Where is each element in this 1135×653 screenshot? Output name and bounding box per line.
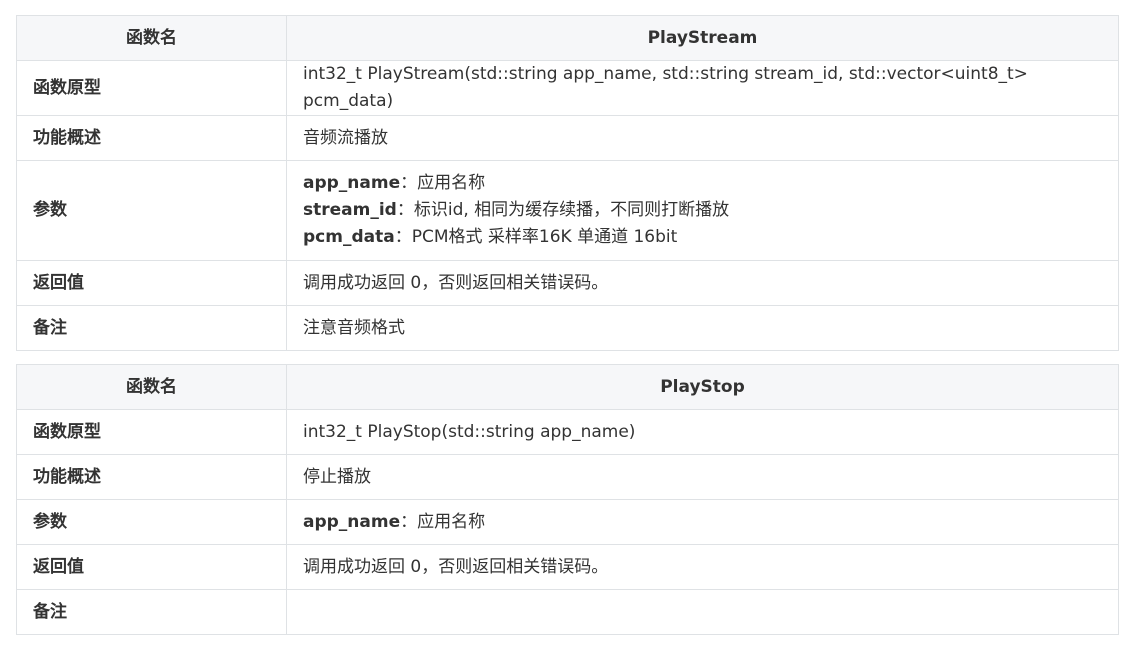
row-label-notes: 备注 (16, 305, 287, 351)
table-row-prototype: 函数原型 int32_t PlayStop(std::string app_na… (16, 409, 1119, 455)
param-name: app_name (303, 511, 401, 532)
table-row-params: 参数 app_name：应用名称 (16, 499, 1119, 545)
row-label-prototype: 函数原型 (16, 409, 287, 455)
param-line-app-name: app_name：应用名称 (303, 509, 1102, 536)
header-function-name-label: 函数名 (16, 15, 287, 61)
row-value-prototype: int32_t PlayStream(std::string app_name,… (286, 60, 1119, 116)
table-row-returns: 返回值 调用成功返回 0，否则返回相关错误码。 (16, 260, 1119, 306)
row-label-returns: 返回值 (16, 260, 287, 306)
table-row-summary: 功能概述 音频流播放 (16, 115, 1119, 161)
row-value-summary: 音频流播放 (286, 115, 1119, 161)
table-header-row: 函数名 PlayStream (16, 15, 1119, 61)
param-line-stream-id: stream_id：标识id, 相同为缓存续播，不同则打断播放 (303, 197, 1102, 224)
param-separator: ： (394, 227, 412, 247)
row-label-params: 参数 (16, 160, 287, 261)
header-function-name-value: PlayStream (286, 15, 1119, 61)
param-desc: 应用名称 (417, 173, 486, 193)
row-label-summary: 功能概述 (16, 454, 287, 500)
param-name: stream_id (303, 200, 397, 220)
row-value-returns: 调用成功返回 0，否则返回相关错误码。 (286, 260, 1119, 306)
table-row-summary: 功能概述 停止播放 (16, 454, 1119, 500)
row-value-summary: 停止播放 (286, 454, 1119, 500)
param-separator: ： (400, 511, 418, 532)
row-label-summary: 功能概述 (16, 115, 287, 161)
row-value-params: app_name：应用名称 stream_id：标识id, 相同为缓存续播，不同… (286, 160, 1119, 261)
row-label-params: 参数 (16, 499, 287, 545)
param-line-pcm-data: pcm_data：PCM格式 采样率16K 单通道 16bit (303, 224, 1102, 251)
param-separator: ： (400, 173, 418, 193)
table-row-notes: 备注 (16, 589, 1119, 635)
row-value-notes: 注意音频格式 (286, 305, 1119, 351)
row-label-notes: 备注 (16, 589, 287, 635)
api-table-playstream: 函数名 PlayStream 函数原型 int32_t PlayStream(s… (16, 15, 1119, 351)
row-label-returns: 返回值 (16, 544, 287, 590)
row-value-params: app_name：应用名称 (286, 499, 1119, 545)
row-value-prototype: int32_t PlayStop(std::string app_name) (286, 409, 1119, 455)
table-header-row: 函数名 PlayStop (16, 364, 1119, 410)
param-desc: 标识id, 相同为缓存续播，不同则打断播放 (413, 200, 730, 220)
table-row-prototype: 函数原型 int32_t PlayStream(std::string app_… (16, 60, 1119, 116)
table-row-params: 参数 app_name：应用名称 stream_id：标识id, 相同为缓存续播… (16, 160, 1119, 261)
param-name: app_name (303, 173, 401, 193)
header-function-name-value: PlayStop (286, 364, 1119, 410)
api-table-playstop: 函数名 PlayStop 函数原型 int32_t PlayStop(std::… (16, 364, 1119, 635)
table-row-returns: 返回值 调用成功返回 0，否则返回相关错误码。 (16, 544, 1119, 590)
param-desc: PCM格式 采样率16K 单通道 16bit (411, 227, 678, 247)
param-line-app-name: app_name：应用名称 (303, 170, 1102, 197)
row-value-notes (286, 589, 1119, 635)
param-separator: ： (396, 200, 414, 220)
header-function-name-label: 函数名 (16, 364, 287, 410)
table-row-notes: 备注 注意音频格式 (16, 305, 1119, 351)
row-label-prototype: 函数原型 (16, 60, 287, 116)
row-value-returns: 调用成功返回 0，否则返回相关错误码。 (286, 544, 1119, 590)
param-name: pcm_data (303, 227, 395, 247)
param-desc: 应用名称 (417, 511, 486, 532)
